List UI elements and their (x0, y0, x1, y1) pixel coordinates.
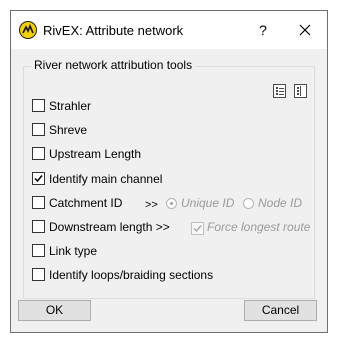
node-id-radio[interactable] (243, 198, 254, 209)
title-bar: RivEX: Attribute network ? (11, 11, 327, 49)
downstream-length-label: Downstream length >> (49, 220, 170, 234)
identify-main-channel-label: Identify main channel (49, 172, 163, 186)
select-all-icon[interactable] (273, 84, 286, 98)
upstream-length-label: Upstream Length (49, 147, 142, 161)
checkmark-icon (34, 175, 43, 183)
force-longest-route-label: Force longest route (207, 220, 311, 234)
unique-id-label: Unique ID (181, 196, 235, 210)
force-longest-route-checkbox[interactable] (191, 222, 204, 235)
link-type-checkbox[interactable] (32, 244, 45, 257)
group-label: River network attribution tools (31, 58, 196, 72)
upstream-length-checkbox[interactable] (32, 147, 45, 160)
link-type-label: Link type (49, 244, 98, 258)
identify-loops-label: Identify loops/braiding sections (49, 268, 214, 282)
catchment-arrows: >> (145, 199, 158, 211)
identify-main-channel-checkbox[interactable] (32, 172, 45, 185)
dialog-window: RivEX: Attribute network ? River network… (10, 10, 328, 333)
help-button[interactable]: ? (249, 16, 277, 44)
node-id-label: Node ID (258, 196, 303, 210)
close-button[interactable] (291, 16, 319, 44)
identify-loops-checkbox[interactable] (32, 268, 45, 281)
strahler-checkbox[interactable] (32, 99, 45, 112)
cancel-button[interactable]: Cancel (244, 300, 317, 321)
close-icon (299, 24, 311, 36)
strahler-label: Strahler (49, 99, 92, 113)
catchment-id-label: Catchment ID (49, 196, 123, 210)
ok-button[interactable]: OK (18, 300, 91, 321)
unique-id-radio[interactable] (166, 198, 177, 209)
rivex-logo-icon (19, 21, 37, 39)
downstream-length-checkbox[interactable] (32, 220, 45, 233)
shreve-label: Shreve (49, 123, 88, 137)
catchment-id-checkbox[interactable] (32, 196, 45, 209)
shreve-checkbox[interactable] (32, 123, 45, 136)
window-title: RivEX: Attribute network (43, 23, 184, 38)
clear-all-icon[interactable] (294, 84, 307, 98)
checkmark-icon (193, 225, 202, 233)
